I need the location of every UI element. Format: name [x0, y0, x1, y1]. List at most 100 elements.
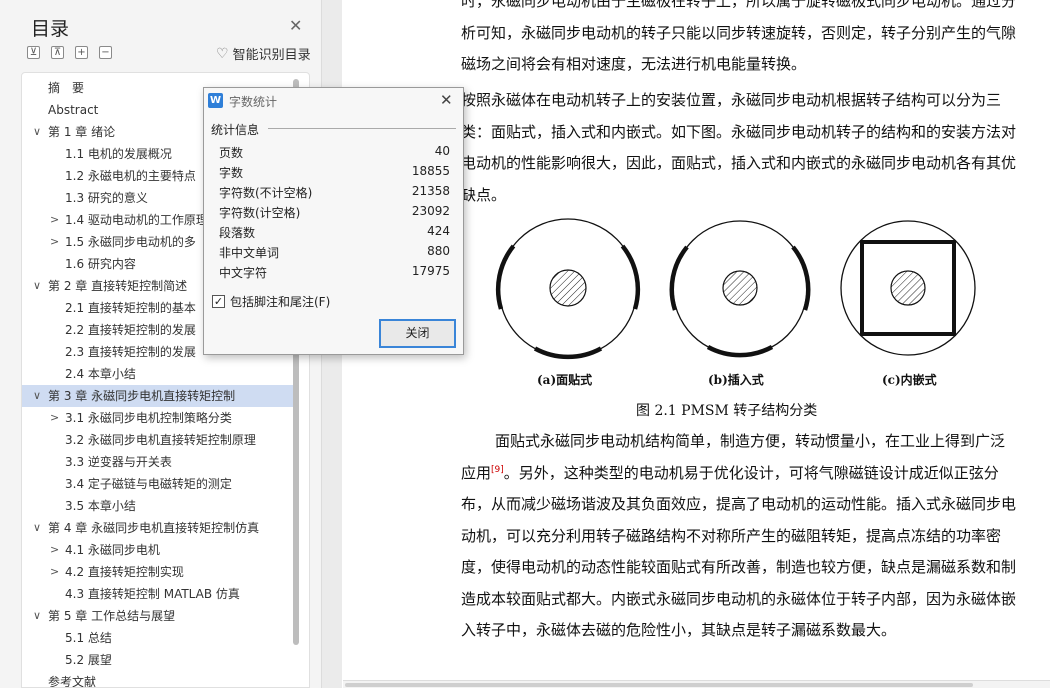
chevron-down-icon[interactable]: ∨: [33, 275, 41, 297]
toc-item-label: 摘 要: [48, 81, 85, 95]
chevron-right-icon[interactable]: >: [50, 561, 59, 583]
dialog-titlebar[interactable]: W 字数统计 ✕: [204, 88, 463, 114]
stat-label: 页数: [219, 146, 244, 160]
toc-item[interactable]: 参考文献: [22, 671, 293, 687]
stat-row: 非中文单词 880: [219, 242, 450, 262]
dialog-title: 字数统计: [229, 95, 278, 109]
stat-row: 页数 40: [219, 142, 450, 162]
chevron-down-icon[interactable]: ∨: [33, 385, 41, 407]
rotor-interior-diagram: [840, 220, 976, 356]
toc-item[interactable]: ∨ 第 4 章 永磁同步电机直接转矩控制仿真: [22, 517, 293, 539]
dialog-close-icon[interactable]: ✕: [440, 91, 453, 109]
toc-item[interactable]: 2.4 本章小结: [22, 363, 293, 385]
chevron-down-icon[interactable]: ∨: [33, 121, 41, 143]
citation-link[interactable]: [9]: [491, 465, 504, 475]
toc-item-label: 3.3 逆变器与开关表: [65, 455, 172, 469]
toc-item-label: 1.4 驱动电动机的工作原理: [65, 213, 208, 227]
sidebar-title: 目录: [31, 18, 70, 40]
toc-item-label: 1.2 永磁电机的主要特点: [65, 169, 196, 183]
stat-row: 中文字符 17975: [219, 262, 450, 282]
remove-heading-icon[interactable]: −: [99, 46, 112, 59]
toc-item-label: 第 1 章 绪论: [48, 125, 116, 139]
toc-item[interactable]: ∨ 第 3 章 永磁同步电机直接转矩控制: [22, 385, 293, 407]
stat-value: 424: [427, 224, 450, 238]
stat-row: 字数 18855: [219, 162, 450, 182]
stat-value: 17975: [411, 264, 450, 278]
chevron-right-icon[interactable]: >: [50, 209, 59, 231]
figure-label-b: (b)插入式: [708, 373, 764, 387]
toc-item-label: 3.5 本章小结: [65, 499, 136, 513]
stat-label: 字符数(不计空格): [219, 186, 313, 200]
toc-item-label: 4.1 永磁同步电机: [65, 543, 160, 557]
paragraph-1: 时，永磁同步电动机由于主磁极在转子上，所以属于旋转磁极式同步电动机。通过分析可知…: [461, 0, 1017, 73]
smart-toc-button[interactable]: ♡ 智能识别目录: [216, 44, 311, 64]
rotor-structure-figure: [495, 218, 976, 360]
paragraph-3: 面贴式永磁同步电动机结构简单，制造方便，转动惯量小，在工业上得到广泛应用[9]。…: [461, 426, 1017, 647]
figure-label-c: (c)内嵌式: [882, 373, 937, 387]
stat-value: 40: [434, 144, 450, 158]
section-divider: [268, 128, 456, 129]
toc-item[interactable]: 5.1 总结: [22, 627, 293, 649]
smart-toc-label: 智能识别目录: [232, 48, 311, 63]
toc-item-label: 2.2 直接转矩控制的发展: [65, 323, 196, 337]
include-footnotes-option[interactable]: ✓ 包括脚注和尾注(F): [212, 293, 330, 310]
toc-item-label: 第 5 章 工作总结与展望: [48, 609, 176, 623]
paragraph-3-text-b: 。另外，这种类型的电动机易于优化设计，可将气隙磁链设计成近似正弦分布，从而减少磁…: [461, 463, 1017, 640]
toc-item-label: 4.2 直接转矩控制实现: [65, 565, 184, 579]
toc-item[interactable]: >3.1 永磁同步电机控制策略分类: [22, 407, 293, 429]
toc-item[interactable]: >4.1 永磁同步电机: [22, 539, 293, 561]
toc-item-label: 第 4 章 永磁同步电机直接转矩控制仿真: [48, 521, 260, 535]
toc-item[interactable]: 3.3 逆变器与开关表: [22, 451, 293, 473]
stat-value: 18855: [411, 164, 450, 178]
stat-value: 880: [427, 244, 450, 258]
toc-item-label: Abstract: [48, 103, 99, 117]
add-heading-icon[interactable]: +: [75, 46, 88, 59]
toc-item-label: 2.1 直接转矩控制的基本: [65, 301, 196, 315]
checkbox[interactable]: ✓: [212, 295, 225, 308]
toc-item-label: 5.1 总结: [65, 631, 112, 645]
word-count-dialog: W 字数统计 ✕ 统计信息 页数 40 字数 18855 字符数(不计空格) 21358 字…: [203, 87, 464, 355]
paragraph-2: 按照永磁体在电动机转子上的安装位置，永磁同步电动机根据转子结构可以分为三类：面贴…: [461, 91, 1017, 204]
chevron-right-icon[interactable]: >: [50, 539, 59, 561]
chevron-right-icon[interactable]: >: [50, 407, 59, 429]
stat-label: 中文字符: [219, 266, 268, 280]
rotor-inset-diagram: [669, 220, 811, 358]
toc-item-label: 3.1 永磁同步电机控制策略分类: [65, 411, 232, 425]
stat-row: 段落数 424: [219, 222, 450, 242]
toc-item-label: 2.4 本章小结: [65, 367, 136, 381]
stat-row: 字符数(不计空格) 21358: [219, 182, 450, 202]
toc-item-label: 4.3 直接转矩控制 MATLAB 仿真: [65, 587, 240, 601]
toc-item-label: 1.3 研究的意义: [65, 191, 148, 205]
stats-section-label: 统计信息: [211, 123, 260, 137]
sidebar-close-icon[interactable]: ✕: [289, 16, 302, 35]
stat-label: 字符数(计空格): [219, 206, 301, 220]
toc-item[interactable]: 3.4 定子磁链与电磁转矩的测定: [22, 473, 293, 495]
rotor-surface-mounted-diagram: [495, 218, 641, 360]
toc-item-label: 1.1 电机的发展概况: [65, 147, 172, 161]
collapse-all-icon[interactable]: ⊼: [51, 46, 64, 59]
toc-toolbar: ⊻ ⊼ + −: [27, 46, 112, 59]
toc-item[interactable]: 3.5 本章小结: [22, 495, 293, 517]
toc-item[interactable]: ∨ 第 5 章 工作总结与展望: [22, 605, 293, 627]
expand-all-icon[interactable]: ⊻: [27, 46, 40, 59]
close-button[interactable]: 关闭: [379, 319, 456, 348]
chevron-down-icon[interactable]: ∨: [33, 605, 41, 627]
document-horizontal-scrollbar[interactable]: [343, 680, 1050, 688]
toc-item-label: 3.2 永磁同步电机直接转矩控制原理: [65, 433, 256, 447]
toc-item[interactable]: 3.2 永磁同步电机直接转矩控制原理: [22, 429, 293, 451]
toc-item-label: 2.3 直接转矩控制的发展: [65, 345, 196, 359]
stat-label: 非中文单词: [219, 246, 280, 260]
chevron-down-icon[interactable]: ∨: [33, 517, 41, 539]
lightbulb-icon: ♡: [216, 45, 229, 62]
toc-item-label: 3.4 定子磁链与电磁转矩的测定: [65, 477, 232, 491]
toc-item-label: 第 2 章 直接转矩控制简述: [48, 279, 188, 293]
toc-item-label: 1.6 研究内容: [65, 257, 136, 271]
toc-item[interactable]: 5.2 展望: [22, 649, 293, 671]
checkbox-label: 包括脚注和尾注(F): [230, 295, 331, 309]
toc-item-label: 1.5 永磁同步电动机的多: [65, 235, 196, 249]
chevron-right-icon[interactable]: >: [50, 231, 59, 253]
toc-item[interactable]: >4.2 直接转矩控制实现: [22, 561, 293, 583]
toc-item-label: 5.2 展望: [65, 653, 112, 667]
scrollbar-thumb[interactable]: [345, 683, 973, 687]
toc-item[interactable]: 4.3 直接转矩控制 MATLAB 仿真: [22, 583, 293, 605]
